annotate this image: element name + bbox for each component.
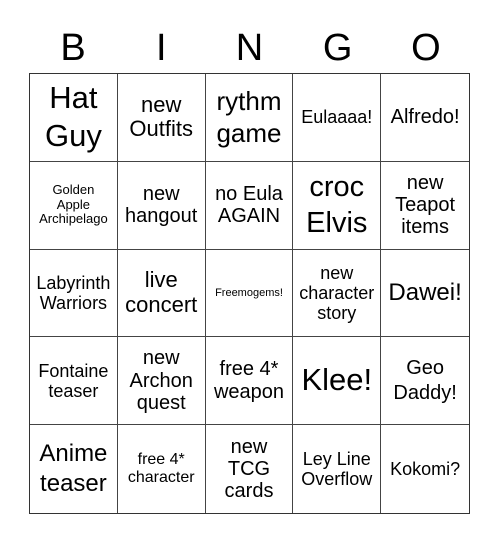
bingo-cell[interactable]: Klee! <box>293 337 382 426</box>
cell-text: Eulaaaa! <box>301 107 373 128</box>
cell-text: new hangout <box>125 182 198 228</box>
header-letter-n: N <box>235 27 264 69</box>
cell-text: Golden Apple Archipelago <box>39 182 108 227</box>
header-letter-g: G <box>322 27 353 69</box>
bingo-cell[interactable]: Hat Guy <box>30 74 118 162</box>
cell-text: new TCG cards <box>224 435 274 503</box>
cell-text: rythm game <box>216 85 282 149</box>
header-letter-b: B <box>60 27 86 69</box>
cell-text: Kokomi? <box>390 459 461 480</box>
cell-text: live concert <box>125 267 198 317</box>
bingo-cell[interactable]: Anime teaser <box>30 425 118 513</box>
bingo-cell[interactable]: Eulaaaa! <box>293 74 382 162</box>
bingo-cell[interactable]: new Archon quest <box>117 337 206 426</box>
cell-text: Labyrinth Warriors <box>36 272 111 313</box>
cell-text: Geo Daddy! <box>393 356 457 404</box>
cell-text: Ley Line Overflow <box>301 448 373 490</box>
bingo-cell[interactable]: free 4* character <box>118 425 206 513</box>
bingo-cell[interactable]: rythm game <box>205 74 294 162</box>
cell-text: no Eula AGAIN <box>215 182 283 228</box>
bingo-cell[interactable]: Dawei! <box>381 250 469 338</box>
cell-text: free 4* weapon <box>213 358 285 403</box>
bingo-cell[interactable]: new hangout <box>117 161 206 250</box>
bingo-cell[interactable]: Labyrinth Warriors <box>30 249 118 338</box>
bingo-cell[interactable]: Golden Apple Archipelago <box>30 161 118 250</box>
cell-text: croc Elvis <box>306 170 368 240</box>
cell-text: new Outfits <box>129 91 193 142</box>
cell-text: Klee! <box>301 362 373 398</box>
header-letter-i: I <box>156 27 167 69</box>
bingo-cell[interactable]: Kokomi? <box>381 425 469 513</box>
cell-text: new Archon quest <box>129 347 193 414</box>
bingo-grid: Hat Guy new Outfits rythm game Eulaaaa! … <box>29 73 470 514</box>
bingo-cell[interactable]: new Teapot items <box>381 162 469 250</box>
bingo-cell[interactable]: Freemogems! <box>205 249 294 338</box>
cell-text: Fontaine teaser <box>38 360 109 401</box>
bingo-cell[interactable]: Geo Daddy! <box>381 337 469 426</box>
cell-text: Hat Guy <box>44 79 102 154</box>
bingo-cell[interactable]: croc Elvis <box>293 161 382 250</box>
cell-text: Anime teaser <box>39 440 108 498</box>
header-letter-o: O <box>411 27 441 69</box>
cell-text: new Teapot items <box>395 171 456 239</box>
cell-text: free 4* character <box>127 451 195 487</box>
bingo-cell[interactable]: new character story <box>293 249 382 338</box>
cell-text: Dawei! <box>388 278 462 306</box>
bingo-cell[interactable]: Fontaine teaser <box>30 337 118 426</box>
bingo-cell[interactable]: new TCG cards <box>206 425 294 513</box>
bingo-cell[interactable]: live concert <box>117 249 206 338</box>
bingo-header: B I N G O <box>29 22 470 74</box>
bingo-cell[interactable]: Alfredo! <box>381 74 469 162</box>
cell-text: Freemogems! <box>215 286 283 299</box>
bingo-cell[interactable]: free 4* weapon <box>205 337 294 426</box>
bingo-cell[interactable]: new Outfits <box>117 74 206 162</box>
bingo-cell[interactable]: no Eula AGAIN <box>205 161 294 250</box>
bingo-cell[interactable]: Ley Line Overflow <box>293 425 382 513</box>
cell-text: new character story <box>299 262 375 324</box>
cell-text: Alfredo! <box>390 106 460 129</box>
